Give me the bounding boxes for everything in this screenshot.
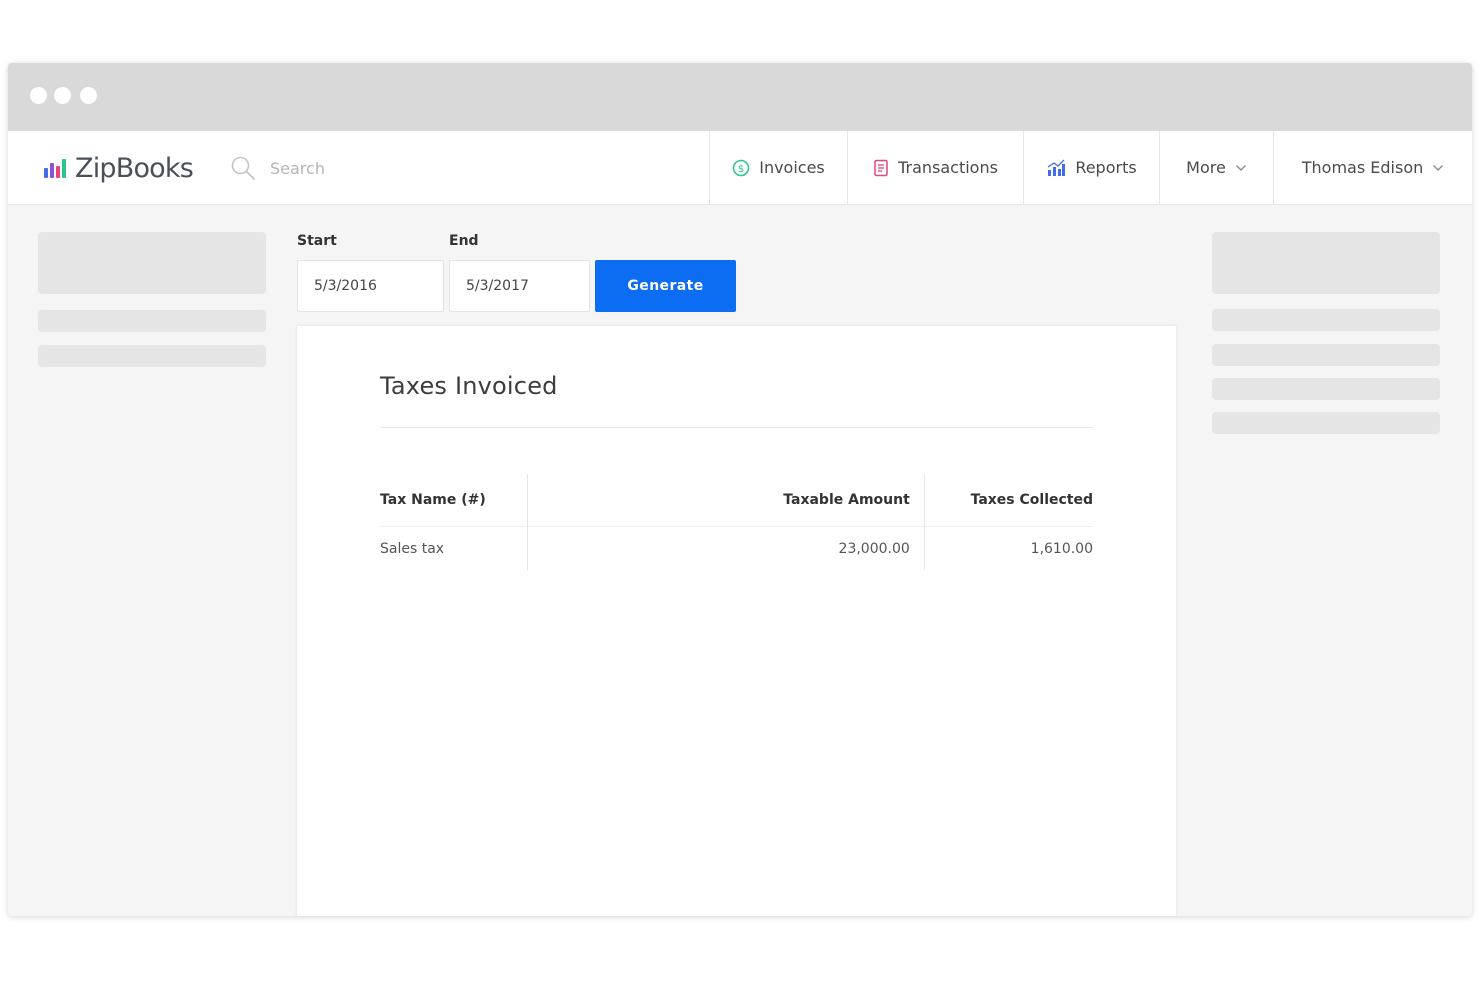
user-name: Thomas Edison <box>1301 158 1424 177</box>
right-skeleton-card <box>1212 232 1440 294</box>
right-skeleton-line <box>1212 344 1440 366</box>
left-skeleton-line <box>38 345 266 367</box>
dollar-circle-icon: $ <box>732 159 750 177</box>
title-divider <box>380 427 1093 428</box>
chevron-down-icon <box>1432 164 1444 172</box>
search-icon <box>231 156 255 180</box>
window-close-dot[interactable] <box>30 87 47 104</box>
cell-taxes-collected: 1,610.00 <box>1030 540 1093 557</box>
window-minimize-dot[interactable] <box>54 87 71 104</box>
nav-more-label: More <box>1186 158 1226 177</box>
right-skeleton-line <box>1212 309 1440 331</box>
receipt-icon <box>873 159 889 177</box>
table-row[interactable]: Sales tax 23,000.00 1,610.00 <box>380 526 1093 570</box>
nav-reports-label: Reports <box>1075 158 1137 177</box>
table-header-row: Tax Name (#) Taxable Amount Taxes Collec… <box>380 474 1093 527</box>
nav-transactions[interactable]: Transactions <box>847 131 1023 204</box>
brand-name: ZipBooks <box>75 152 194 184</box>
start-date-input[interactable] <box>297 260 444 312</box>
right-skeleton-line <box>1212 378 1440 400</box>
window-titlebar <box>8 63 1472 131</box>
cell-taxable-amount: 23,000.00 <box>527 526 925 570</box>
search-box[interactable] <box>230 152 472 184</box>
left-skeleton-line <box>38 310 266 332</box>
chevron-down-icon <box>1235 164 1247 172</box>
bar-chart-icon <box>1046 159 1066 177</box>
svg-text:$: $ <box>738 163 744 174</box>
taxes-table: Tax Name (#) Taxable Amount Taxes Collec… <box>380 474 1093 570</box>
end-date-label: End <box>449 233 479 249</box>
start-date-label: Start <box>297 233 337 249</box>
nav-user-menu[interactable]: Thomas Edison <box>1273 131 1472 204</box>
nav-transactions-label: Transactions <box>898 158 998 177</box>
column-header-tax-name[interactable]: Tax Name (#) <box>380 474 528 527</box>
app-window: ZipBooks $ Invoices <box>8 63 1472 916</box>
right-skeleton-line <box>1212 412 1440 434</box>
nav-invoices-label: Invoices <box>759 158 825 177</box>
left-skeleton-card <box>38 232 266 294</box>
nav-more[interactable]: More <box>1159 131 1273 204</box>
zipbooks-logo[interactable]: ZipBooks <box>44 151 194 185</box>
report-title: Taxes Invoiced <box>380 372 558 400</box>
cell-tax-name: Sales tax <box>380 526 528 570</box>
generate-button[interactable]: Generate <box>595 260 736 312</box>
top-navbar: ZipBooks $ Invoices <box>8 131 1472 205</box>
nav-invoices[interactable]: $ Invoices <box>709 131 847 204</box>
nav-reports[interactable]: Reports <box>1023 131 1159 204</box>
column-header-taxable-amount[interactable]: Taxable Amount <box>527 474 925 527</box>
search-input[interactable] <box>268 157 472 179</box>
end-date-input[interactable] <box>449 260 590 312</box>
column-header-taxes-collected[interactable]: Taxes Collected <box>924 474 1093 527</box>
logo-bars-icon <box>44 158 68 178</box>
report-panel: Taxes Invoiced Tax Name (#) Taxable Amou… <box>297 326 1176 916</box>
window-maximize-dot[interactable] <box>80 87 97 104</box>
